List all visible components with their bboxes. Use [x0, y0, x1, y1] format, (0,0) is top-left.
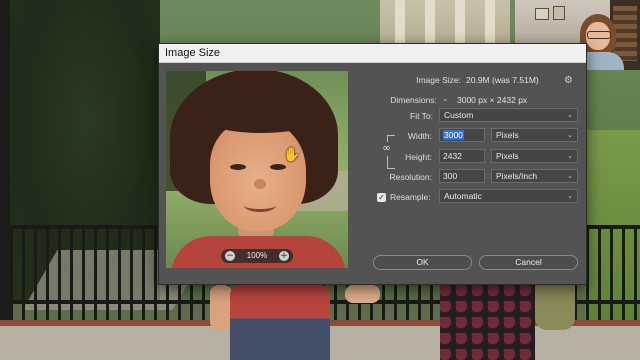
presenter-glasses [587, 31, 611, 39]
resample-value: Automatic [444, 191, 482, 201]
gear-icon[interactable]: ⚙ [564, 75, 573, 86]
child-arm [210, 285, 232, 330]
caret-down-icon: ⌄ [567, 192, 573, 200]
image-size-dialog: Image Size ✋ − 100% + Image Size: 20.9M … [158, 43, 587, 285]
background-building [380, 0, 510, 45]
image-preview[interactable]: ✋ − 100% + [166, 71, 348, 268]
cancel-button[interactable]: Cancel [479, 255, 578, 270]
fit-to-label: Fit To: [410, 111, 433, 121]
dimensions-label: Dimensions: [390, 95, 437, 105]
dialog-title[interactable]: Image Size [159, 44, 586, 63]
building-column [425, 0, 435, 45]
link-icon[interactable]: ∞ [382, 142, 391, 156]
resolution-unit-select[interactable]: Pixels/Inch ⌄ [491, 169, 578, 183]
fit-to-value: Custom [444, 110, 474, 120]
resolution-label: Resolution: [389, 172, 432, 182]
caret-down-icon: ⌄ [567, 172, 573, 180]
preview-eye [230, 164, 246, 170]
preview-face [210, 121, 306, 231]
resolution-unit: Pixels/Inch [496, 171, 538, 181]
resolution-input[interactable]: 300 [439, 169, 485, 183]
zoom-out-icon[interactable]: − [225, 251, 235, 261]
dimensions-value: 3000 px × 2432 px [457, 95, 528, 105]
resample-label: Resample: [390, 192, 431, 202]
preview-nose [254, 179, 266, 189]
width-input[interactable]: 3000 [439, 128, 485, 142]
caret-down-icon: ⌄ [567, 152, 573, 160]
holding-hands [345, 285, 380, 303]
hand-cursor-icon: ✋ [283, 147, 301, 163]
chevron-down-icon[interactable]: ⌄ [442, 94, 449, 103]
building-column [455, 0, 465, 45]
zoom-level: 100% [246, 251, 268, 260]
image-size-label: Image Size: [416, 75, 461, 85]
building-column [395, 0, 405, 45]
preview-mouth [244, 199, 276, 212]
height-value: 2432 [443, 151, 462, 161]
height-label: Height: [405, 152, 432, 162]
video-left-edge [0, 0, 10, 360]
caret-down-icon: ⌄ [567, 111, 573, 119]
height-unit-select[interactable]: Pixels ⌄ [491, 149, 578, 163]
caret-down-icon: ⌄ [567, 131, 573, 139]
preview-zoom-bar: − 100% + [221, 249, 293, 263]
ok-button[interactable]: OK [373, 255, 472, 270]
resample-checkbox[interactable]: ✓ [377, 193, 386, 202]
preview-eye [270, 164, 286, 170]
zoom-in-icon[interactable]: + [279, 251, 289, 261]
image-size-value: 20.9M (was 7.51M) [466, 75, 539, 85]
building-column [485, 0, 495, 45]
width-value: 3000 [443, 130, 464, 140]
height-input[interactable]: 2432 [439, 149, 485, 163]
resolution-value: 300 [443, 171, 458, 181]
wall-picture [553, 6, 565, 20]
width-unit: Pixels [496, 130, 519, 140]
woman-dress [440, 285, 535, 360]
width-label: Width: [407, 131, 432, 141]
preview-bangs [211, 111, 311, 133]
height-unit: Pixels [496, 151, 519, 161]
resample-select[interactable]: Automatic ⌄ [439, 189, 578, 203]
woman-arm [535, 285, 575, 330]
width-unit-select[interactable]: Pixels ⌄ [491, 128, 578, 142]
wall-picture [535, 8, 549, 20]
child-body [230, 285, 330, 360]
fit-to-select[interactable]: Custom ⌄ [439, 108, 578, 122]
